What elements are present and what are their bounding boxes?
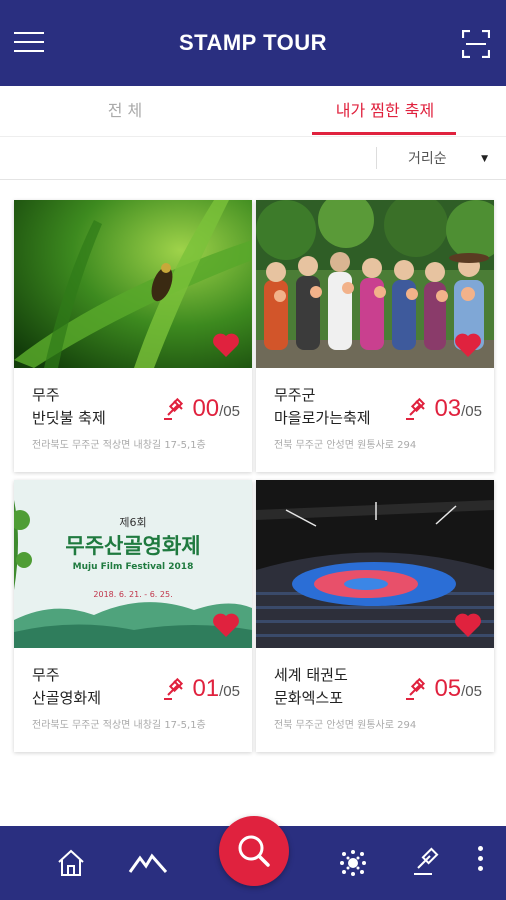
favorite-heart-icon[interactable] <box>454 612 482 638</box>
festival-card[interactable]: 무주군 마을로가는축제 03 /05 전북 무주군 안성면 원통사로 294 <box>256 200 494 472</box>
festival-address: 전북 무주군 안성면 원통사로 294 <box>274 440 417 451</box>
home-icon[interactable] <box>54 846 88 880</box>
festival-photo <box>256 200 494 368</box>
sort-bar: 거리순 ▼ <box>0 136 506 180</box>
poster-edition: 제6회 <box>119 516 147 529</box>
divider <box>376 147 377 169</box>
sort-dropdown[interactable]: 거리순 ▼ <box>408 137 488 181</box>
my-stamp-icon[interactable] <box>410 846 444 880</box>
search-button[interactable] <box>219 816 289 886</box>
poster-subtitle: Muju Film Festival 2018 <box>72 562 194 572</box>
stamp-progress: 05 /05 <box>402 675 482 705</box>
sort-selected-label: 거리순 <box>408 151 447 167</box>
app-title: STAMP TOUR <box>178 30 327 55</box>
dropdown-arrow-icon: ▼ <box>481 154 488 164</box>
stamp-total: /05 <box>219 403 240 420</box>
stamp-progress: 00 /05 <box>160 395 240 425</box>
festival-name: 세계 태권도 문화엑스포 <box>274 666 348 707</box>
stamp-icon <box>164 397 184 420</box>
festival-icon[interactable] <box>336 846 370 880</box>
stamp-count: 05 <box>434 675 462 702</box>
stamp-progress: 01 /05 <box>160 675 240 705</box>
stamp-icon <box>406 677 426 700</box>
festival-name: 무주군 마을로가는축제 <box>274 386 371 427</box>
stamp-total: /05 <box>461 403 482 420</box>
search-icon <box>238 835 270 867</box>
favorite-heart-icon[interactable] <box>454 332 482 358</box>
festival-address: 전라북도 무주군 적상면 내창길 17-5,1층 <box>32 720 206 731</box>
festival-name: 무주 반딧불 축제 <box>32 386 106 427</box>
festival-address: 전라북도 무주군 적상면 내창길 17-5,1층 <box>32 440 206 451</box>
tab-my-favorites[interactable]: 내가 찜한 축제 <box>300 86 470 136</box>
stamp-icon <box>164 677 184 700</box>
mountain-icon[interactable] <box>128 846 168 880</box>
festival-photo <box>256 480 494 648</box>
stamp-count: 00 <box>192 395 220 422</box>
festival-name: 무주 산골영화제 <box>32 666 102 707</box>
favorite-heart-icon[interactable] <box>212 612 240 638</box>
stamp-progress: 03 /05 <box>402 395 482 425</box>
active-tab-indicator <box>312 132 456 135</box>
festival-photo: 제6회 무주산골영화제 Muju Film Festival 2018 2018… <box>14 480 252 648</box>
stamp-icon <box>406 397 426 420</box>
stamp-count: 01 <box>192 675 220 702</box>
stamp-count: 03 <box>434 395 462 422</box>
tab-bar: 전 체 내가 찜한 축제 <box>0 86 506 136</box>
festival-photo <box>14 200 252 368</box>
tab-all[interactable]: 전 체 <box>0 86 250 136</box>
more-icon[interactable] <box>476 846 484 880</box>
festival-card[interactable]: 세계 태권도 문화엑스포 05 /05 전북 무주군 안성면 원통사로 294 <box>256 480 494 752</box>
app-bar: STAMP TOUR <box>0 0 506 86</box>
favorite-heart-icon[interactable] <box>212 332 240 358</box>
festival-card[interactable]: 무주 반딧불 축제 00 /05 전라북도 무주군 적상면 내창길 17-5,1… <box>14 200 252 472</box>
poster-title: 무주산골영화제 <box>65 534 201 558</box>
qr-scan-icon[interactable] <box>462 30 490 58</box>
poster-dates: 2018. 6. 21. - 6. 25. <box>93 590 173 599</box>
festival-card[interactable]: 제6회 무주산골영화제 Muju Film Festival 2018 2018… <box>14 480 252 752</box>
festival-address: 전북 무주군 안성면 원통사로 294 <box>274 720 417 731</box>
stamp-total: /05 <box>461 683 482 700</box>
stamp-total: /05 <box>219 683 240 700</box>
